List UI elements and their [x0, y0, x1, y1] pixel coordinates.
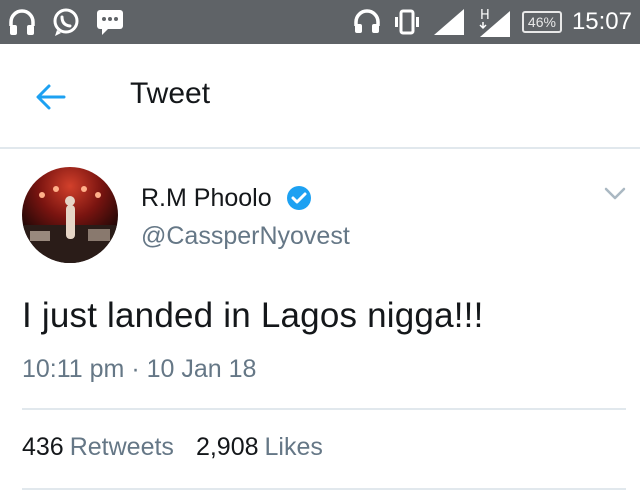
- hspa-signal-icon: H: [476, 5, 512, 39]
- chevron-down-icon[interactable]: [604, 186, 626, 202]
- vibrate-icon: [392, 7, 422, 37]
- retweets-count[interactable]: 436: [22, 433, 64, 462]
- back-arrow-icon[interactable]: [34, 80, 68, 114]
- user-handle[interactable]: @CassperNyovest: [141, 222, 350, 251]
- svg-text:H: H: [480, 8, 490, 23]
- headset-icon: [352, 7, 382, 37]
- likes-label[interactable]: Likes: [265, 433, 323, 462]
- message-icon: [94, 6, 126, 38]
- avatar[interactable]: [22, 167, 118, 263]
- status-bar: H 46% 15:07: [0, 0, 640, 44]
- retweets-label[interactable]: Retweets: [70, 433, 174, 462]
- divider: [22, 488, 626, 490]
- verified-badge-icon: [286, 185, 312, 211]
- tweet-stats: 436 Retweets 2,908 Likes: [22, 433, 339, 462]
- signal-icon: [432, 7, 466, 37]
- divider: [22, 408, 626, 410]
- page-title: Tweet: [130, 77, 211, 110]
- tweet-timestamp: 10:11 pm · 10 Jan 18: [22, 355, 257, 383]
- whatsapp-icon: [50, 6, 82, 38]
- status-bar-left: [6, 6, 126, 38]
- tweet-text: I just landed in Lagos nigga!!!: [22, 296, 484, 335]
- battery-indicator: 46%: [521, 11, 562, 33]
- likes-count[interactable]: 2,908: [196, 433, 259, 462]
- status-bar-right: H 46% 15:07: [352, 0, 632, 44]
- app-header: Tweet: [0, 44, 640, 149]
- headphones-icon: [6, 6, 38, 38]
- clock: 15:07: [571, 8, 632, 35]
- display-name[interactable]: R.M Phoolo: [141, 184, 272, 213]
